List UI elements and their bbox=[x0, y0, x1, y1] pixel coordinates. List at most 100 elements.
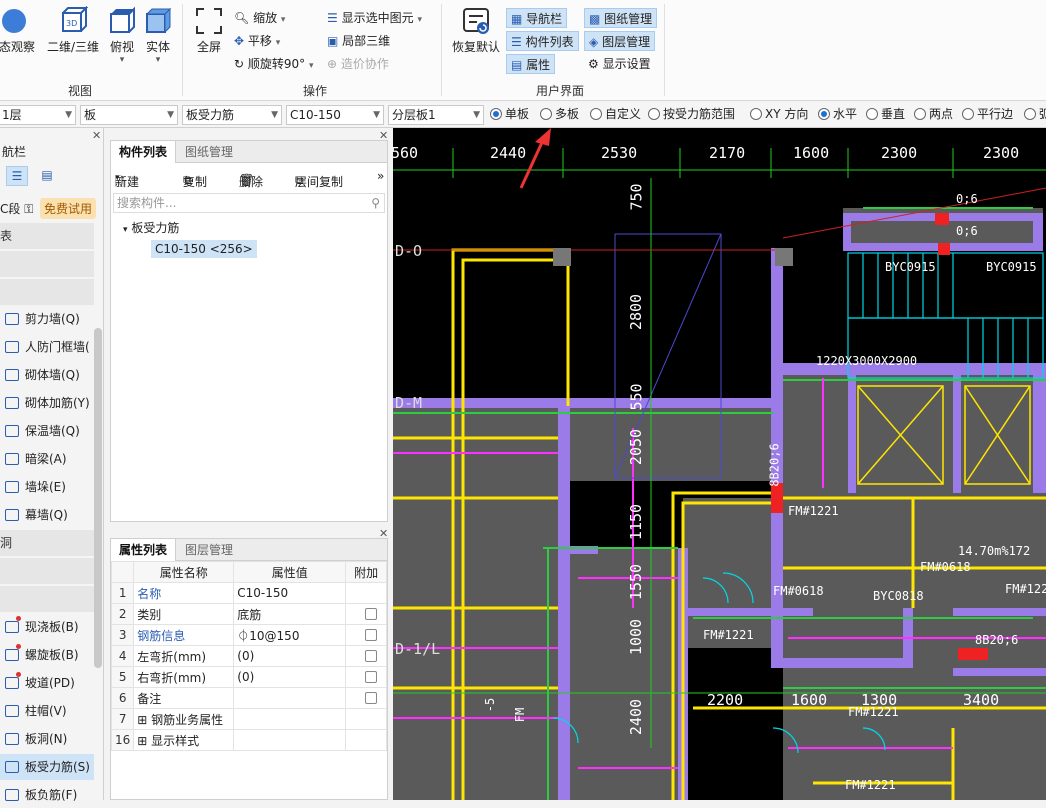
2d-3d-button[interactable]: 3D 二维/三维 bbox=[46, 6, 100, 55]
nav-section[interactable] bbox=[0, 279, 94, 305]
property-name-cell: ⊞ 钢筋业务属性 bbox=[133, 708, 235, 730]
layer-mgr-toggle[interactable]: ◈ 图层管理 bbox=[584, 31, 656, 51]
table-row[interactable]: 7 ⊞ 钢筋业务属性 bbox=[110, 708, 387, 730]
nav-section[interactable]: 表 bbox=[0, 223, 94, 249]
table-row[interactable]: 3 钢筋信息 ⏀10@150 bbox=[110, 624, 387, 646]
tree-root[interactable]: ▾ 板受力筋 bbox=[123, 219, 179, 236]
search-input[interactable]: 搜索构件... ⚲ bbox=[113, 193, 385, 213]
tree-view-icon[interactable]: ☰ bbox=[6, 166, 28, 186]
nav-section[interactable] bbox=[0, 586, 94, 612]
sidebar-item[interactable]: 剪力墙(Q) bbox=[0, 306, 94, 332]
dimension-text: 550 bbox=[627, 383, 646, 411]
sidebar-item[interactable]: 现浇板(B) bbox=[0, 614, 94, 640]
pan-label: 平移 bbox=[247, 34, 272, 48]
radio-xy[interactable]: XY 方向 bbox=[750, 106, 808, 123]
radio-by-range[interactable]: 按受力筋范围 bbox=[648, 106, 735, 123]
property-value[interactable]: C10-150 bbox=[233, 582, 347, 604]
sidebar-item[interactable]: 板受力筋(S) bbox=[0, 754, 94, 780]
sidebar-item[interactable]: 砌体墙(Q) bbox=[0, 362, 94, 388]
expand-icon[interactable]: ⊞ bbox=[137, 713, 151, 727]
sidebar-item[interactable]: 坡道(PD) bbox=[0, 670, 94, 696]
property-value[interactable]: 底筋 bbox=[233, 603, 347, 625]
sidebar-item[interactable]: 墙垛(E) bbox=[0, 474, 94, 500]
tab-drawing-mgr[interactable]: 图纸管理 bbox=[177, 141, 241, 163]
sidebar-item-label: 墙垛(E) bbox=[25, 480, 66, 494]
floor-select[interactable]: 1层 ▼ bbox=[0, 105, 76, 125]
free-trial-badge[interactable]: 免费试用 bbox=[40, 198, 97, 219]
table-row[interactable]: 5 右弯折(mm) (0) bbox=[110, 666, 387, 688]
list-view-icon[interactable]: ▤ bbox=[36, 166, 58, 186]
nav-section[interactable]: 洞 bbox=[0, 530, 94, 556]
tree-item-selected[interactable]: C10-150 <256> bbox=[151, 240, 257, 258]
tab-layer-mgr[interactable]: 图层管理 bbox=[177, 539, 241, 561]
type-value: 板 bbox=[84, 108, 97, 122]
display-settings-button[interactable]: ⚙ 显示设置 bbox=[588, 54, 651, 74]
show-selected-button[interactable]: ☰ 显示选中图元 ▾ bbox=[327, 8, 422, 28]
stage-row[interactable]: C段 ⚿ bbox=[0, 200, 33, 217]
sidebar-item-label: 人防门框墙( bbox=[25, 340, 90, 354]
property-value[interactable]: (0) bbox=[233, 645, 347, 667]
table-row[interactable]: 1 名称 C10-150 bbox=[110, 582, 387, 604]
sidebar-item[interactable]: 暗梁(A) bbox=[0, 446, 94, 472]
drawing-mgr-toggle[interactable]: ▩ 图纸管理 bbox=[584, 8, 658, 28]
table-row[interactable]: 16 ⊞ 显示样式 bbox=[110, 729, 387, 751]
radio-single-slab[interactable]: 单板 bbox=[490, 106, 529, 123]
radio-horizontal[interactable]: 水平 bbox=[818, 106, 857, 123]
close-icon[interactable]: ✕ bbox=[92, 129, 101, 142]
expand-icon[interactable]: ⊞ bbox=[137, 734, 151, 748]
radio-two-points[interactable]: 两点 bbox=[914, 106, 953, 123]
zoom-button[interactable]: 🔍︎ 缩放 ▾ bbox=[234, 8, 285, 28]
property-value[interactable] bbox=[233, 729, 347, 751]
local-3d-button[interactable]: ▣ 局部三维 bbox=[327, 31, 390, 51]
props-toggle[interactable]: ▤ 属性 bbox=[506, 54, 556, 74]
checkbox[interactable] bbox=[365, 671, 378, 683]
floor-value: 1层 bbox=[2, 108, 22, 122]
radio-multi-slab[interactable]: 多板 bbox=[540, 106, 579, 123]
pan-button[interactable]: ✥ 平移 ▾ bbox=[234, 31, 280, 51]
rotate-button[interactable]: ↻ 顺旋转90° ▾ bbox=[234, 54, 314, 74]
property-value[interactable]: (0) bbox=[233, 666, 347, 688]
nav-bar-toggle[interactable]: ▦ 导航栏 bbox=[506, 8, 568, 28]
checkbox[interactable] bbox=[365, 650, 378, 662]
radio-arc[interactable]: 弧 bbox=[1024, 106, 1046, 123]
sidebar-item[interactable]: 螺旋板(B) bbox=[0, 642, 94, 668]
fullscreen-button[interactable]: 全屏 bbox=[190, 6, 228, 55]
layer-select[interactable]: 分层板1 ▼ bbox=[388, 105, 484, 125]
comp-list-toggle[interactable]: ☰ 构件列表 bbox=[506, 31, 579, 51]
nav-section[interactable] bbox=[0, 251, 94, 277]
dynamic-view-button[interactable]: 态观察 bbox=[0, 6, 40, 55]
component-select[interactable]: C10-150 ▼ bbox=[286, 105, 384, 125]
drawing-label: FM#1221 bbox=[848, 705, 899, 719]
sidebar-item[interactable]: 柱帽(V) bbox=[0, 698, 94, 724]
table-row[interactable]: 6 备注 bbox=[110, 687, 387, 709]
top-view-button[interactable]: 俯视 ▾ bbox=[104, 6, 140, 65]
tab-property-list[interactable]: 属性列表 bbox=[111, 539, 177, 561]
solid-button[interactable]: 实体 ▾ bbox=[141, 6, 175, 65]
checkbox[interactable] bbox=[365, 629, 378, 641]
nav-section[interactable] bbox=[0, 558, 94, 584]
sidebar-item[interactable]: 保温墙(Q) bbox=[0, 418, 94, 444]
table-row[interactable]: 2 类别 底筋 bbox=[110, 603, 387, 625]
subtype-select[interactable]: 板受力筋 ▼ bbox=[182, 105, 282, 125]
sidebar-item[interactable]: 砌体加筋(Y) bbox=[0, 390, 94, 416]
tab-component-list[interactable]: 构件列表 bbox=[111, 141, 177, 163]
property-name-cell: 钢筋信息 bbox=[133, 624, 235, 646]
sidebar-item[interactable]: 板负筋(F) bbox=[0, 782, 94, 808]
checkbox[interactable] bbox=[365, 692, 378, 704]
more-icon[interactable]: » bbox=[377, 169, 384, 183]
scrollbar[interactable] bbox=[94, 328, 102, 668]
restore-default-button[interactable]: 恢复默认 bbox=[450, 6, 502, 55]
property-value[interactable]: ⏀10@150 bbox=[233, 624, 347, 646]
property-value[interactable] bbox=[233, 687, 347, 709]
checkbox[interactable] bbox=[365, 608, 378, 620]
sidebar-item[interactable]: 幕墙(Q) bbox=[0, 502, 94, 528]
radio-vertical[interactable]: 垂直 bbox=[866, 106, 905, 123]
sidebar-item[interactable]: 人防门框墙( bbox=[0, 334, 94, 360]
drawing-canvas[interactable]: 560 2440 2530 2170 1600 2300 2300 D-O D-… bbox=[393, 128, 1046, 800]
property-value[interactable] bbox=[233, 708, 347, 730]
table-row[interactable]: 4 左弯折(mm) (0) bbox=[110, 645, 387, 667]
type-select[interactable]: 板 ▼ bbox=[80, 105, 178, 125]
sidebar-item[interactable]: 板洞(N) bbox=[0, 726, 94, 752]
radio-parallel-edge[interactable]: 平行边 bbox=[962, 106, 1013, 123]
radio-custom[interactable]: 自定义 bbox=[590, 106, 641, 123]
